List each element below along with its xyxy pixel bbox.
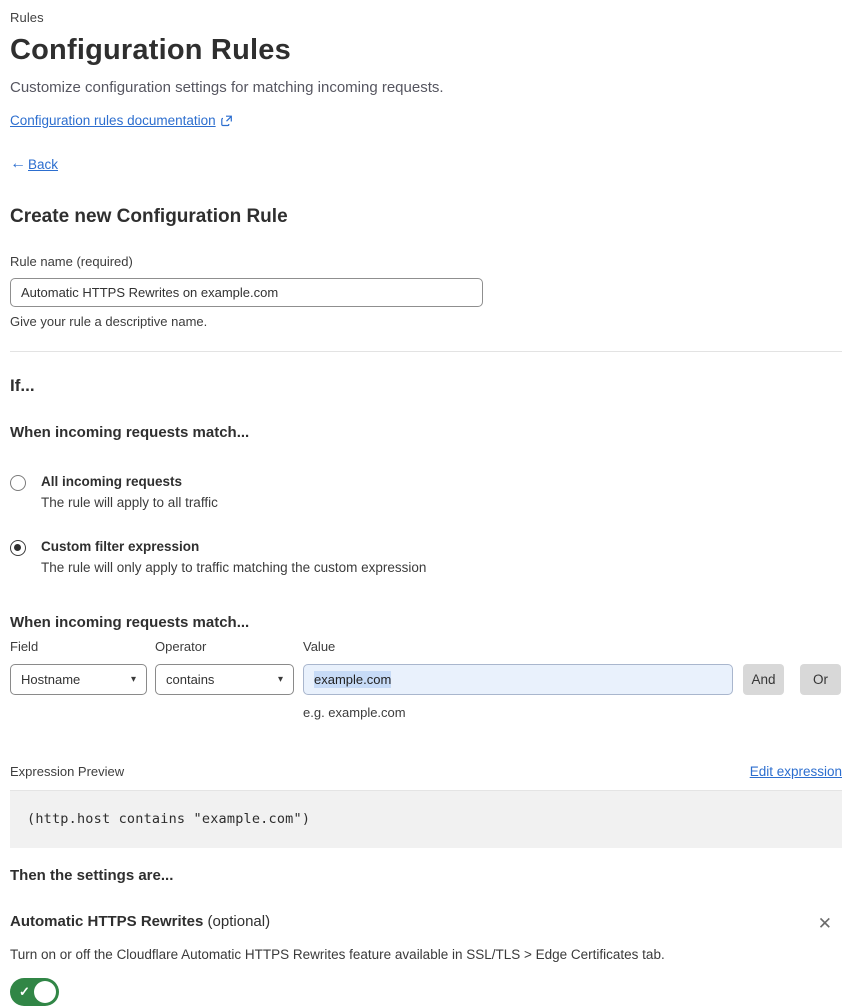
setting-description: Turn on or off the Cloudflare Automatic … xyxy=(10,947,665,962)
radio-custom-filter-expression[interactable]: Custom filter expression The rule will o… xyxy=(10,539,842,575)
radio-selected-icon[interactable] xyxy=(10,540,26,556)
edit-expression-link[interactable]: Edit expression xyxy=(750,764,842,779)
field-select[interactable]: Hostname ▾ xyxy=(10,664,147,695)
field-select-value: Hostname xyxy=(21,672,81,687)
setting-header: Automatic HTTPS Rewrites (optional) ✕ xyxy=(10,913,842,934)
documentation-link[interactable]: Configuration rules documentation xyxy=(10,113,216,128)
rule-name-label: Rule name (required) xyxy=(10,254,133,269)
automatic-https-rewrites-toggle[interactable]: ✓ xyxy=(10,978,59,1006)
value-input[interactable]: example.com xyxy=(303,664,733,695)
radio-label: Custom filter expression xyxy=(41,539,200,554)
expression-preview-header: Expression Preview Edit expression xyxy=(10,764,842,790)
match-type-heading: When incoming requests match... xyxy=(10,424,250,441)
operator-select-value: contains xyxy=(166,672,215,687)
radio-description: The rule will apply to all traffic xyxy=(41,495,218,510)
value-label: Value xyxy=(303,639,336,654)
if-heading: If... xyxy=(10,376,35,395)
setting-title: Automatic HTTPS Rewrites (optional) xyxy=(10,913,270,930)
setting-optional-tag: (optional) xyxy=(207,913,271,930)
setting-name: Automatic HTTPS Rewrites xyxy=(10,913,204,930)
expression-builder: Field Hostname ▾ Operator contains ▾ Val… xyxy=(10,639,842,720)
value-input-text: example.com xyxy=(314,671,392,688)
chevron-down-icon: ▾ xyxy=(277,674,283,685)
field-column: Field Hostname ▾ xyxy=(10,639,147,695)
radio-label: All incoming requests xyxy=(41,474,183,489)
close-icon[interactable]: ✕ xyxy=(814,913,836,934)
breadcrumb: Rules xyxy=(10,10,44,25)
and-button[interactable]: And xyxy=(743,664,784,695)
operator-column: Operator contains ▾ xyxy=(155,639,294,695)
radio-all-incoming-requests[interactable]: All incoming requests The rule will appl… xyxy=(10,474,842,510)
radio-description: The rule will only apply to traffic matc… xyxy=(41,560,427,575)
radio-unselected-icon[interactable] xyxy=(10,475,26,491)
expression-builder-heading: When incoming requests match... xyxy=(10,614,250,631)
documentation-link-row: Configuration rules documentation xyxy=(10,113,842,128)
page-title: Configuration Rules xyxy=(10,34,291,66)
chevron-down-icon: ▾ xyxy=(130,674,136,685)
expression-preview-label: Expression Preview xyxy=(10,764,125,779)
rule-name-help: Give your rule a descriptive name. xyxy=(10,314,208,329)
section-divider xyxy=(10,351,842,352)
field-label: Field xyxy=(10,639,39,654)
back-arrow-icon: ← xyxy=(10,155,26,172)
rule-name-input[interactable] xyxy=(10,278,483,307)
value-column: Value example.com e.g. example.com xyxy=(303,639,733,720)
page-subtitle: Customize configuration settings for mat… xyxy=(10,79,444,96)
operator-select[interactable]: contains ▾ xyxy=(155,664,294,695)
toggle-knob xyxy=(34,981,56,1003)
or-button[interactable]: Or xyxy=(800,664,841,695)
value-hint: e.g. example.com xyxy=(303,705,406,720)
external-link-icon xyxy=(220,115,233,127)
back-link-row: ← Back xyxy=(10,155,842,173)
operator-label: Operator xyxy=(155,639,207,654)
back-link[interactable]: Back xyxy=(28,157,58,172)
check-icon: ✓ xyxy=(19,984,30,999)
create-rule-heading: Create new Configuration Rule xyxy=(10,206,288,227)
expression-preview-code: (http.host contains "example.com") xyxy=(10,790,842,848)
then-settings-heading: Then the settings are... xyxy=(10,867,174,884)
